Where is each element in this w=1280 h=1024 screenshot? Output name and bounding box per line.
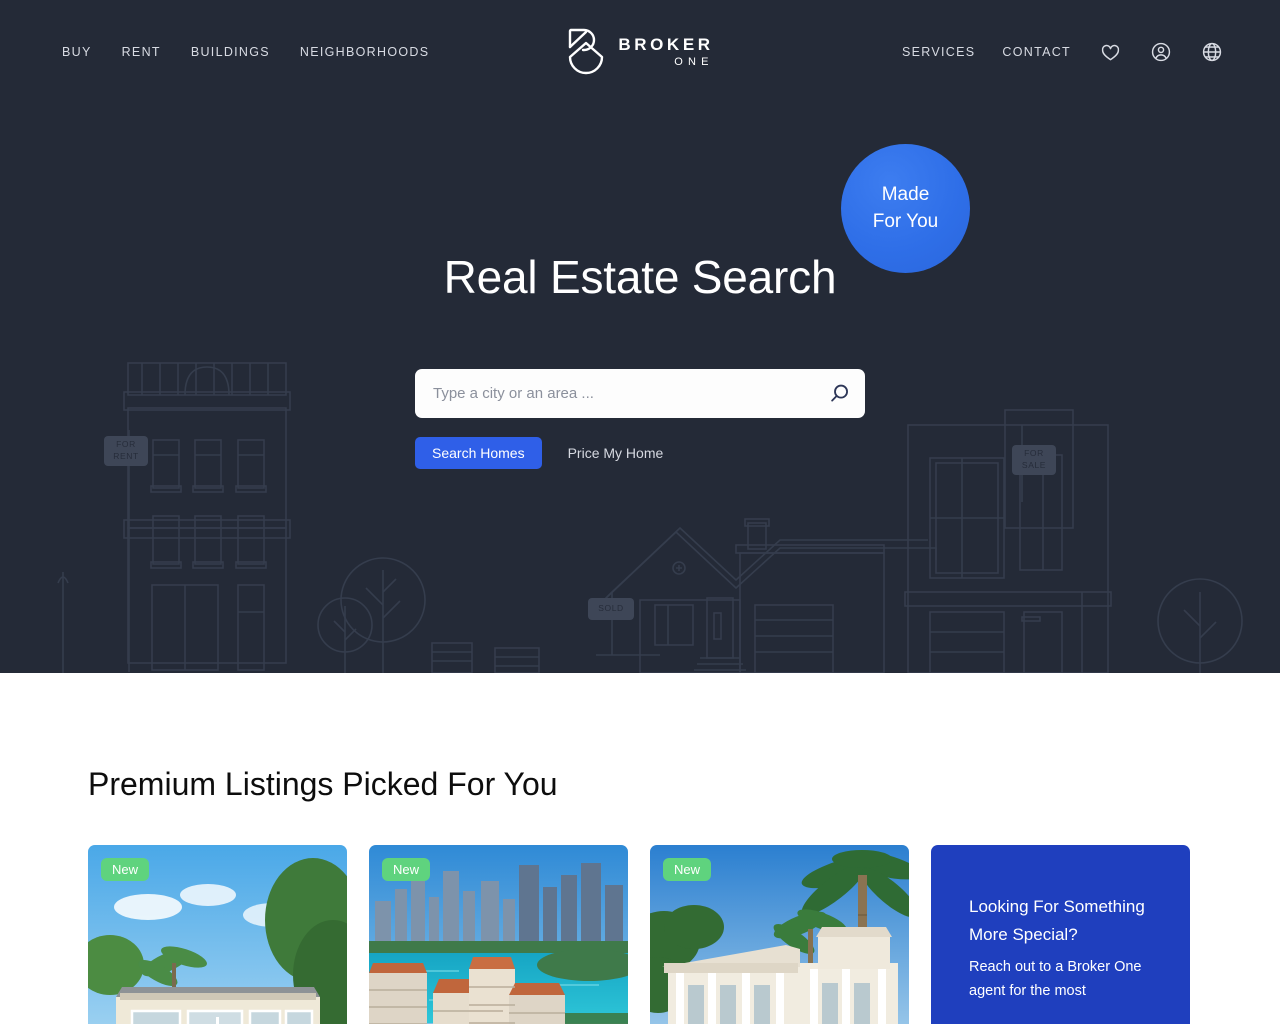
globe-icon[interactable]: [1200, 40, 1224, 64]
listing-card[interactable]: New: [369, 845, 628, 1024]
nav-item-buy[interactable]: BUY: [62, 45, 92, 59]
listing-card-grid: New New New Looking For Something More S…: [88, 845, 1280, 1024]
house-shield-logo-icon: [569, 28, 604, 75]
site-header: BUY RENT BUILDINGS NEIGHBORHOODS BROKER …: [0, 0, 1280, 104]
search-icon[interactable]: [813, 369, 865, 418]
listing-card[interactable]: New: [650, 845, 909, 1024]
logo-text: BROKER ONE: [618, 34, 714, 68]
new-badge: New: [382, 858, 431, 881]
price-my-home-button[interactable]: Price My Home: [560, 445, 672, 461]
hero-section: FOR RENT SOLD FOR SALE BUY RENT BUILDING…: [0, 0, 1280, 673]
nav-item-services[interactable]: SERVICES: [902, 45, 975, 59]
page-title: Real Estate Search: [443, 251, 837, 303]
promo-subtitle: Reach out to a Broker One agent for the …: [969, 959, 1142, 999]
made-for-you-badge[interactable]: Made For You: [841, 144, 970, 273]
section-title: Premium Listings Picked For You: [88, 766, 558, 802]
logo-line-broker: BROKER: [618, 34, 714, 54]
broker-promo-card[interactable]: Looking For Something More Special? Reac…: [931, 845, 1190, 1024]
heart-icon[interactable]: [1098, 40, 1122, 64]
nav-item-neighborhoods[interactable]: NEIGHBORHOODS: [300, 45, 429, 59]
new-badge: New: [101, 858, 150, 881]
primary-nav: BUY RENT BUILDINGS NEIGHBORHOODS: [62, 45, 429, 59]
search-homes-button[interactable]: Search Homes: [415, 437, 542, 469]
for-sale-line1: FOR: [1024, 448, 1044, 458]
hero-actions: Search Homes Price My Home: [415, 437, 671, 469]
for-sale-line2: SALE: [1021, 460, 1047, 471]
for-rent-line2: RENT: [113, 451, 139, 462]
for-rent-line1: FOR: [116, 439, 136, 449]
search-bar: [415, 369, 865, 418]
promo-title: Looking For Something More Special?: [969, 897, 1145, 944]
nav-item-buildings[interactable]: BUILDINGS: [191, 45, 270, 59]
for-sale-sign-label: FOR SALE: [1012, 447, 1056, 472]
new-badge: New: [663, 858, 712, 881]
badge-line2: For You: [872, 210, 939, 232]
nav-item-contact[interactable]: CONTACT: [1002, 45, 1071, 59]
logo-line-one: ONE: [674, 55, 714, 68]
listing-card[interactable]: New: [88, 845, 347, 1024]
badge-line1: Made: [881, 184, 930, 206]
search-input[interactable]: [415, 369, 813, 418]
sold-sign-label: SOLD: [598, 603, 624, 613]
user-circle-icon[interactable]: [1149, 40, 1173, 64]
premium-listings-section: Premium Listings Picked For You New New …: [0, 766, 1280, 1024]
secondary-nav: SERVICES CONTACT: [902, 0, 1224, 104]
for-rent-sign-label: FOR RENT: [104, 438, 148, 463]
nav-item-rent[interactable]: RENT: [122, 45, 161, 59]
